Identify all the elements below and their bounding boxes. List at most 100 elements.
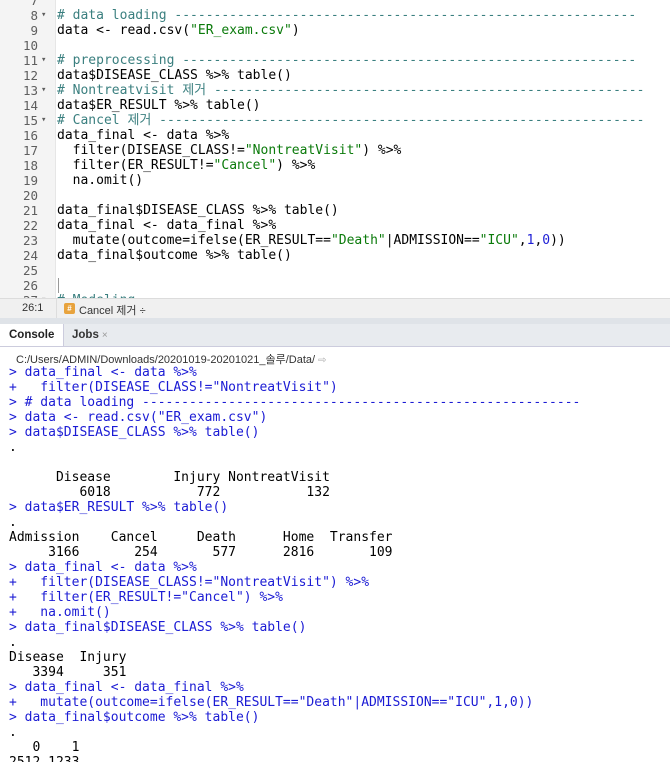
console-output-line: 2512 1233 — [9, 755, 79, 762]
code-line[interactable]: 22 data_final <- data_final %>% — [0, 218, 670, 233]
line-number: 17 — [22, 143, 38, 158]
code-text: data_final <- data %>% — [57, 128, 230, 143]
working-directory-path: C:/Users/ADMIN/Downloads/20201019-202010… — [16, 351, 326, 367]
code-text: # Nontreatvisit 제거 ---------------------… — [57, 83, 645, 98]
code-text: filter(DISEASE_CLASS!="NontreatVisit") %… — [57, 143, 402, 158]
code-text: data <- read.csv("ER_exam.csv") — [57, 23, 300, 38]
code-line[interactable]: 14 data$ER_RESULT %>% table() — [0, 98, 670, 113]
code-line[interactable]: 18 filter(ER_RESULT!="Cancel") %>% — [0, 158, 670, 173]
line-number: 8 — [30, 8, 38, 23]
console-input-line: + filter(DISEASE_CLASS!="NontreatVisit") — [9, 380, 338, 395]
line-number: 7 — [30, 0, 38, 8]
code-line[interactable]: 12 data$DISEASE_CLASS %>% table() — [0, 68, 670, 83]
code-line[interactable]: 16 data_final <- data %>% — [0, 128, 670, 143]
close-icon[interactable]: × — [102, 330, 108, 341]
line-number: 23 — [22, 233, 38, 248]
console-output[interactable]: > data_final <- data %>% + filter(DISEASE… — [0, 366, 670, 762]
line-number: 14 — [22, 98, 38, 113]
code-text: data_final <- data_final %>% — [57, 218, 277, 233]
console-input-line: > data_final <- data %>% — [9, 366, 197, 380]
console-input-line: > data_final <- data_final %>% — [9, 680, 244, 695]
console-input-line: + filter(ER_RESULT!="Cancel") %>% — [9, 590, 283, 605]
code-line[interactable]: 13 ▾ # Nontreatvisit 제거 ------------------… — [0, 83, 670, 98]
console-output-line: 6018 772 132 — [9, 485, 330, 500]
code-text: na.omit() — [57, 173, 144, 188]
code-text: data_final$DISEASE_CLASS %>% table() — [57, 203, 339, 218]
console-input-line: > data <- read.csv("ER_exam.csv") — [9, 410, 268, 425]
line-number: 16 — [22, 128, 38, 143]
line-number: 11 — [22, 53, 38, 68]
editor-status-bar: 26:1 # Cancel 제거 ÷ — [0, 298, 670, 319]
console-output-line: Disease Injury — [9, 650, 127, 665]
code-line[interactable]: 23 mutate(outcome=ifelse(ER_RESULT=="Dea… — [0, 233, 670, 248]
code-line[interactable]: 10 — [0, 38, 670, 53]
fold-toggle-icon[interactable]: ▾ — [41, 53, 46, 68]
line-number: 22 — [22, 218, 38, 233]
console-input-line: > data_final <- data %>% — [9, 560, 197, 575]
section-navigator[interactable]: Cancel 제거 ÷ — [79, 302, 146, 318]
go-to-directory-icon[interactable]: ⇨ — [318, 355, 326, 366]
line-number: 9 — [30, 23, 38, 38]
line-number: 15 — [22, 113, 38, 128]
line-number: 19 — [22, 173, 38, 188]
console-output-line: . — [9, 515, 17, 530]
code-text: mutate(outcome=ifelse(ER_RESULT=="Death"… — [57, 233, 566, 248]
code-line[interactable]: 25 — [0, 263, 670, 278]
console-input-line: + filter(DISEASE_CLASS!="NontreatVisit")… — [9, 575, 370, 590]
code-line[interactable]: 24 data_final$outcome %>% table() — [0, 248, 670, 263]
working-directory-bar: C:/Users/ADMIN/Downloads/20201019-202010… — [0, 347, 670, 367]
console-output-line: 0 1 — [9, 740, 80, 755]
line-number: 18 — [22, 158, 38, 173]
line-number: 20 — [22, 188, 38, 203]
console-input-line: > # data loading -----------------------… — [9, 395, 581, 410]
tab-console[interactable]: Console — [0, 324, 65, 346]
console-output-line: Admission Cancel Death Home Transfer — [9, 530, 393, 545]
working-directory-text: C:/Users/ADMIN/Downloads/20201019-202010… — [16, 354, 316, 366]
line-number: 26 — [22, 278, 38, 293]
console-output-line: Disease Injury NontreatVisit — [9, 470, 330, 485]
console-output-line: 3394 351 — [9, 665, 127, 680]
console-input-line: + na.omit() — [9, 605, 111, 620]
text-cursor — [58, 278, 59, 293]
code-text: data_final$outcome %>% table() — [57, 248, 292, 263]
section-icon: # — [64, 303, 75, 314]
line-number: 21 — [22, 203, 38, 218]
console-input-line: > data$ER_RESULT %>% table() — [9, 500, 229, 515]
code-line[interactable]: 26 — [0, 278, 670, 293]
tab-console-label: Console — [9, 329, 55, 341]
source-editor[interactable]: 7 8 ▾ # data loading ----------------------… — [0, 0, 670, 298]
status-divider — [56, 299, 57, 318]
console-input-line: > data_final$outcome %>% table() — [9, 710, 260, 725]
code-line[interactable]: 11 ▾ # preprocessing ---------------------… — [0, 53, 670, 68]
code-line[interactable]: 7 — [0, 0, 670, 8]
code-text: data$ER_RESULT %>% table() — [57, 98, 261, 113]
line-number: 10 — [22, 38, 38, 53]
code-line[interactable]: 8 ▾ # data loading -----------------------… — [0, 8, 670, 23]
code-text: data$DISEASE_CLASS %>% table() — [57, 68, 292, 83]
console-output-line: . — [9, 635, 17, 650]
console-input-line: > data_final$DISEASE_CLASS %>% table() — [9, 620, 307, 635]
line-number: 13 — [22, 83, 38, 98]
code-line[interactable]: 17 filter(DISEASE_CLASS!="NontreatVisit"… — [0, 143, 670, 158]
line-number: 12 — [22, 68, 38, 83]
console-output-line: . — [9, 725, 17, 740]
code-text: # Cancel 제거 ----------------------------… — [57, 113, 645, 128]
code-text: filter(ER_RESULT!="Cancel") %>% — [57, 158, 316, 173]
console-input-line: + mutate(outcome=ifelse(ER_RESULT=="Deat… — [9, 695, 534, 710]
line-number: 25 — [22, 263, 38, 278]
console-tab-bar: Console Jobs × — [0, 324, 670, 347]
line-number: 24 — [22, 248, 38, 263]
code-line[interactable]: 21 data_final$DISEASE_CLASS %>% table() — [0, 203, 670, 218]
fold-toggle-icon[interactable]: ▾ — [41, 83, 46, 98]
code-line[interactable]: 15 ▾ # Cancel 제거 -------------------------… — [0, 113, 670, 128]
cursor-position: 26:1 — [22, 302, 44, 314]
code-line[interactable]: 19 na.omit() — [0, 173, 670, 188]
code-line[interactable]: 20 — [0, 188, 670, 203]
tab-jobs[interactable]: Jobs × — [63, 324, 117, 346]
fold-toggle-icon[interactable]: ▾ — [41, 113, 46, 128]
code-text: # data loading -------------------------… — [57, 8, 637, 23]
fold-toggle-icon[interactable]: ▾ — [41, 8, 46, 23]
code-line[interactable]: 9 data <- read.csv("ER_exam.csv") — [0, 23, 670, 38]
console-output-line: 3166 254 577 2816 109 — [9, 545, 393, 560]
code-text: # preprocessing ------------------------… — [57, 53, 637, 68]
